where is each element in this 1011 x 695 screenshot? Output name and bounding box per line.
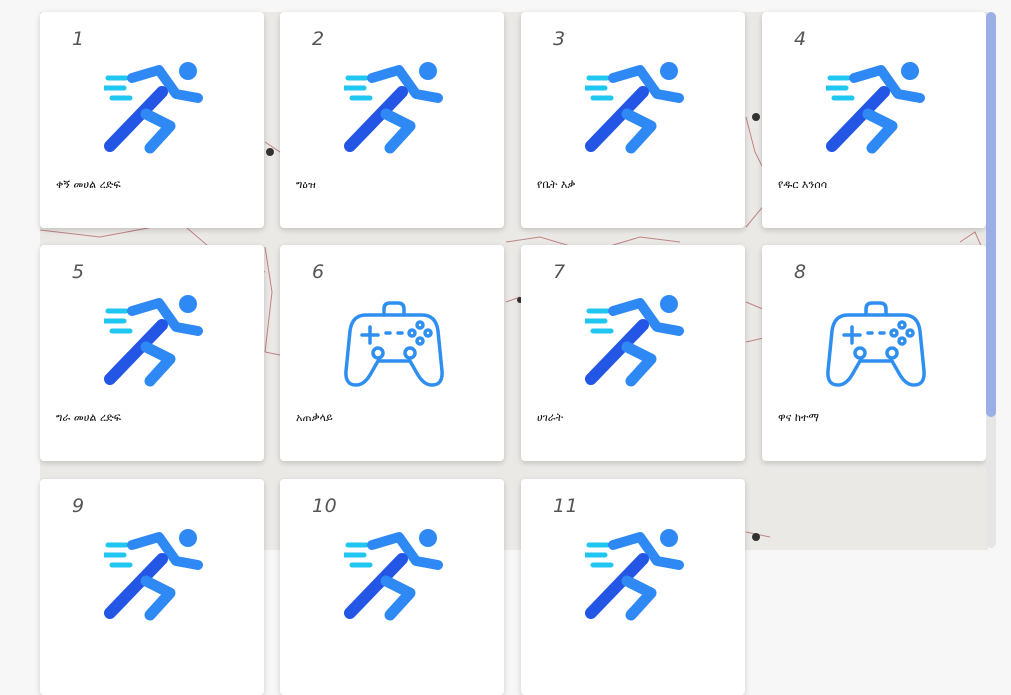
category-card-3[interactable]: 3 የቤት እቃ [521, 12, 745, 228]
card-label: ሀገራት [537, 411, 564, 424]
card-label: ግራ መሀል ረድፍ [56, 411, 121, 424]
scrollbar-thumb[interactable] [986, 12, 996, 417]
card-label: አጠቃላይ [296, 411, 333, 424]
category-card-8[interactable]: 8 ዋና ከተማ [762, 245, 986, 461]
card-label: ዋና ከተማ [778, 411, 819, 424]
category-card-6[interactable]: 6 አጠቃላይ [280, 245, 504, 461]
card-number: 2 [312, 28, 325, 50]
card-label: የዱር እንሰሳ [778, 178, 828, 191]
category-card-5[interactable]: 5 ግራ መሀል ረድፍ [40, 245, 264, 461]
runner-icon [101, 62, 204, 158]
runner-icon [101, 295, 204, 391]
category-card-1[interactable]: 1 ቀኝ መሀል ረድፍ [40, 12, 264, 228]
category-card-7[interactable]: 7 ሀገራት [521, 245, 745, 461]
runner-icon [341, 62, 444, 158]
category-card-11[interactable]: 11 [521, 479, 745, 695]
runner-icon [101, 529, 204, 625]
card-label: ግዕዝ [296, 178, 316, 191]
runner-icon [341, 529, 444, 625]
category-card-2[interactable]: 2 ግዕዝ [280, 12, 504, 228]
card-label: የቤት እቃ [537, 178, 576, 191]
card-number: 5 [72, 261, 85, 283]
card-number: 6 [312, 261, 325, 283]
card-number: 10 [312, 495, 338, 517]
card-number: 9 [72, 495, 85, 517]
category-card-9[interactable]: 9 [40, 479, 264, 695]
runner-icon [582, 295, 685, 391]
card-number: 8 [794, 261, 807, 283]
card-number: 1 [72, 28, 85, 50]
category-card-4[interactable]: 4 የዱር እንሰሳ [762, 12, 986, 228]
card-number: 3 [553, 28, 566, 50]
gamepad-icon [826, 295, 926, 391]
category-card-10[interactable]: 10 [280, 479, 504, 695]
card-number: 7 [553, 261, 566, 283]
card-number: 11 [553, 495, 579, 517]
runner-icon [582, 529, 685, 625]
card-label: ቀኝ መሀል ረድፍ [56, 178, 121, 191]
card-number: 4 [794, 28, 807, 50]
gamepad-icon [344, 295, 444, 391]
runner-icon [823, 62, 926, 158]
runner-icon [582, 62, 685, 158]
